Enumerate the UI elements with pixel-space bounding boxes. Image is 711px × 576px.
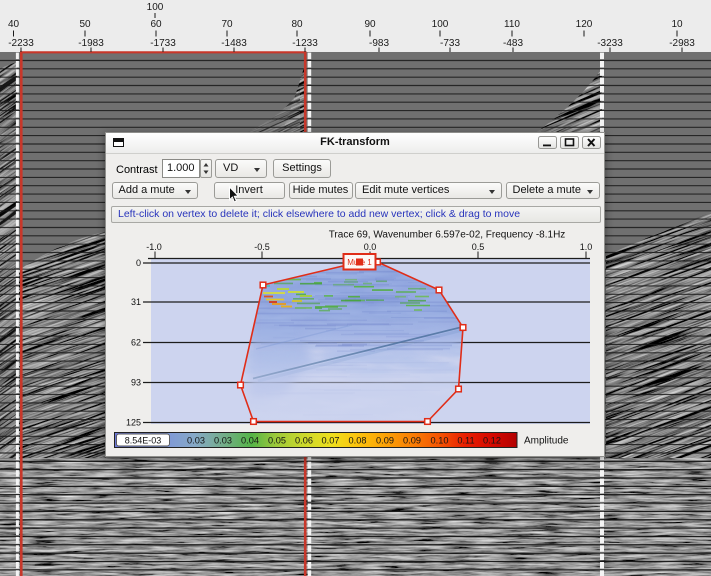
- svg-text:50: 50: [79, 19, 91, 30]
- svg-text:0.08: 0.08: [349, 435, 367, 445]
- svg-text:0.0: 0.0: [364, 242, 377, 252]
- svg-text:0.09: 0.09: [403, 435, 421, 445]
- svg-text:-1983: -1983: [78, 38, 104, 49]
- svg-text:80: 80: [291, 19, 303, 30]
- svg-text:0.05: 0.05: [268, 435, 286, 445]
- svg-text:0.03: 0.03: [214, 435, 232, 445]
- svg-text:125: 125: [126, 418, 141, 428]
- svg-text:Trace 69, Wavenumber 6.597e-02: Trace 69, Wavenumber 6.597e-02, Frequenc…: [329, 230, 566, 241]
- svg-text:1.0: 1.0: [580, 242, 593, 252]
- svg-text:-983: -983: [369, 38, 389, 49]
- svg-text:-3233: -3233: [597, 38, 623, 49]
- svg-text:-483: -483: [503, 38, 523, 49]
- svg-text:0.10: 0.10: [431, 435, 449, 445]
- svg-text:-733: -733: [440, 38, 460, 49]
- svg-text:62: 62: [131, 338, 141, 348]
- svg-text:-1233: -1233: [292, 38, 318, 49]
- svg-text:60: 60: [150, 19, 162, 30]
- svg-text:0: 0: [136, 258, 141, 268]
- svg-text:100: 100: [147, 2, 164, 13]
- svg-text:-1733: -1733: [150, 38, 176, 49]
- svg-text:-1483: -1483: [221, 38, 247, 49]
- svg-text:110: 110: [504, 19, 520, 30]
- svg-text:90: 90: [364, 19, 376, 30]
- svg-text:Amplitude: Amplitude: [524, 436, 569, 447]
- svg-text:70: 70: [221, 19, 233, 30]
- svg-text:100: 100: [432, 19, 449, 30]
- svg-text:0.04: 0.04: [241, 435, 259, 445]
- svg-text:0.03: 0.03: [187, 435, 205, 445]
- svg-text:-2233: -2233: [8, 38, 34, 49]
- svg-text:0.07: 0.07: [322, 435, 340, 445]
- svg-text:93: 93: [131, 378, 141, 388]
- svg-text:120: 120: [576, 19, 593, 30]
- svg-text:8.54E-03: 8.54E-03: [125, 435, 162, 445]
- svg-text:10: 10: [671, 19, 683, 30]
- svg-text:-0.5: -0.5: [254, 242, 270, 252]
- svg-text:0.5: 0.5: [472, 242, 485, 252]
- svg-text:0.06: 0.06: [295, 435, 313, 445]
- svg-text:-1.0: -1.0: [146, 242, 162, 252]
- svg-text:0.09: 0.09: [376, 435, 394, 445]
- svg-text:0.11: 0.11: [457, 435, 474, 445]
- svg-text:31: 31: [131, 297, 141, 307]
- svg-text:0.12: 0.12: [483, 435, 501, 445]
- svg-text:-2983: -2983: [669, 38, 695, 49]
- svg-text:40: 40: [8, 19, 20, 30]
